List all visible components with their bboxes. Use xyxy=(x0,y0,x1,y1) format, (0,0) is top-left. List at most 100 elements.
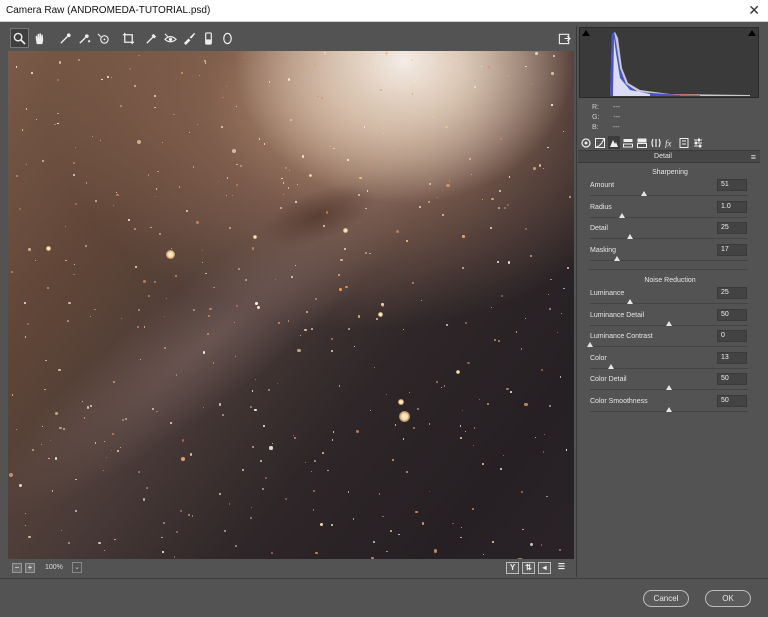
star xyxy=(357,315,361,318)
tab-tone-curve[interactable] xyxy=(594,136,606,149)
slider-thumb[interactable] xyxy=(626,299,633,304)
spot-removal-tool-button[interactable] xyxy=(180,28,199,48)
slider-value-field[interactable]: 17 xyxy=(717,243,747,256)
before-after-button[interactable]: Y xyxy=(506,562,519,574)
view-settings-button[interactable]: ☰ xyxy=(555,562,568,574)
slider-thumb[interactable] xyxy=(666,385,672,390)
slider-value-field[interactable]: 50 xyxy=(717,308,747,321)
star xyxy=(330,524,333,527)
slider-thumb[interactable] xyxy=(607,363,614,369)
slider-label: Amount xyxy=(590,182,615,189)
slider-thumb[interactable] xyxy=(640,191,647,196)
star xyxy=(252,445,255,448)
close-icon[interactable]: ✕ xyxy=(748,2,760,18)
slider-thumb[interactable] xyxy=(626,234,633,239)
zoom-level: 100% xyxy=(45,564,63,571)
star xyxy=(315,551,318,555)
star xyxy=(45,359,47,361)
star xyxy=(159,232,161,235)
star xyxy=(550,278,553,281)
star xyxy=(373,366,376,369)
bright-star xyxy=(165,249,175,259)
bright-star xyxy=(45,245,51,251)
star xyxy=(57,78,60,82)
slider-value-field[interactable]: 50 xyxy=(717,394,747,407)
slider-track[interactable] xyxy=(590,216,748,218)
straighten-tool-button[interactable] xyxy=(142,28,161,48)
slider-thumb[interactable] xyxy=(618,212,625,218)
star xyxy=(156,170,159,173)
slider-value-field[interactable]: 51 xyxy=(717,179,747,191)
slider-value-field[interactable]: 25 xyxy=(717,287,747,299)
star xyxy=(262,424,265,427)
star xyxy=(75,202,77,205)
star xyxy=(502,454,504,456)
slider-value-field[interactable]: 1.0 xyxy=(717,200,747,213)
tab-detail[interactable] xyxy=(608,136,620,149)
star xyxy=(473,427,476,429)
zoom-in-button[interactable]: + xyxy=(25,563,35,573)
copy-settings-button[interactable]: ◂ xyxy=(538,562,551,574)
slider-value-field[interactable]: 50 xyxy=(717,373,747,385)
star xyxy=(385,52,388,55)
tab-basic[interactable] xyxy=(580,136,592,149)
star xyxy=(538,164,542,167)
zoom-tool-button[interactable] xyxy=(10,28,29,48)
slider-track[interactable] xyxy=(590,367,748,369)
star xyxy=(217,180,220,183)
slider-track[interactable] xyxy=(590,346,748,347)
white-balance-tool-button[interactable] xyxy=(56,28,75,48)
zoom-dropdown[interactable]: ⌄ xyxy=(72,562,82,573)
zoom-out-button[interactable]: − xyxy=(12,563,22,573)
tab-presets[interactable] xyxy=(692,136,704,149)
panel-menu-icon[interactable]: ≡ xyxy=(751,152,756,162)
slider-thumb[interactable] xyxy=(666,320,672,326)
swap-settings-button[interactable]: ⇅ xyxy=(522,562,535,574)
slider-track[interactable] xyxy=(590,303,748,304)
star xyxy=(264,143,266,145)
tab-lens-corrections[interactable] xyxy=(650,136,662,149)
eyedropper-icon xyxy=(60,32,71,44)
star xyxy=(295,201,297,203)
slider-thumb[interactable] xyxy=(587,342,593,347)
svg-text:fx: fx xyxy=(665,138,672,148)
tab-split-toning[interactable] xyxy=(636,136,648,149)
star xyxy=(35,118,37,121)
radial-filter-tool-button[interactable] xyxy=(218,28,237,48)
star xyxy=(559,548,561,551)
star xyxy=(147,295,150,298)
slider-value-field[interactable]: 0 xyxy=(717,330,747,342)
cancel-button[interactable]: Cancel xyxy=(643,590,689,607)
open-preferences-button[interactable] xyxy=(556,28,572,48)
tab-camera-calibration[interactable] xyxy=(678,136,690,149)
star xyxy=(390,529,392,532)
image-preview[interactable] xyxy=(8,51,574,559)
slider-thumb[interactable] xyxy=(613,255,620,261)
star xyxy=(57,122,59,125)
star xyxy=(59,426,62,430)
hand-tool-button[interactable] xyxy=(30,28,49,48)
star xyxy=(84,244,87,248)
star xyxy=(223,529,226,532)
slider-label: Color Smoothness xyxy=(590,397,648,405)
ok-button[interactable]: OK xyxy=(705,590,751,607)
star xyxy=(524,228,527,231)
color-sampler-tool-button[interactable] xyxy=(75,28,94,48)
slider-track[interactable] xyxy=(590,238,748,239)
tab-effects[interactable]: fx xyxy=(664,136,676,149)
star xyxy=(24,302,26,304)
star xyxy=(369,252,371,254)
detail-triangle-icon xyxy=(610,139,618,147)
targeted-adjustment-tool-button[interactable] xyxy=(94,28,113,48)
tab-hsl[interactable] xyxy=(622,136,634,149)
slider-value-field[interactable]: 13 xyxy=(717,351,747,364)
red-eye-tool-button[interactable] xyxy=(161,28,180,48)
star xyxy=(499,189,502,192)
slider-value-field[interactable]: 25 xyxy=(717,222,747,234)
slider-track[interactable] xyxy=(590,195,748,196)
star xyxy=(436,197,438,199)
star xyxy=(366,190,369,192)
crop-tool-button[interactable] xyxy=(119,28,138,48)
slider-thumb[interactable] xyxy=(666,406,672,412)
adjustment-brush-tool-button[interactable] xyxy=(199,28,218,48)
